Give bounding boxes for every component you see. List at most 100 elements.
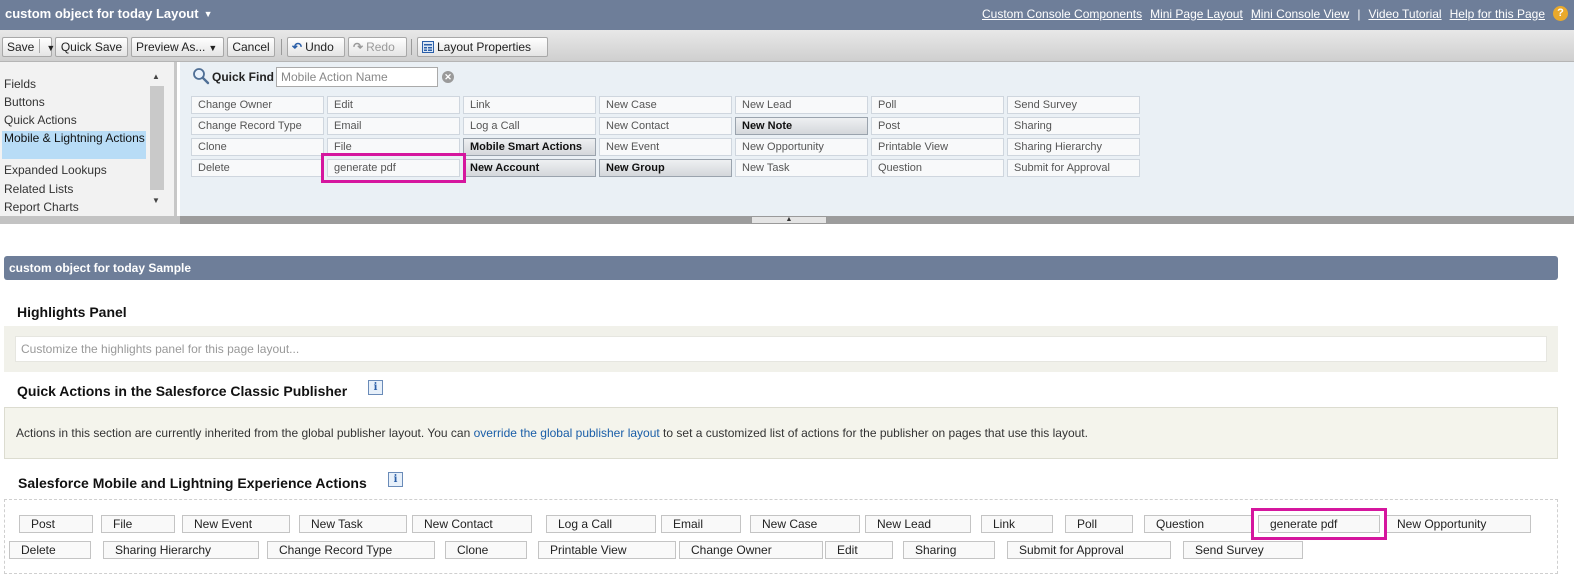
palette-item[interactable]: Change Record Type xyxy=(191,117,324,135)
mobile-action-button[interactable]: Change Record Type xyxy=(267,541,435,559)
mobile-action-button[interactable]: Printable View xyxy=(538,541,676,559)
highlights-panel[interactable]: Customize the highlights panel for this … xyxy=(4,326,1558,372)
video-tutorial-link[interactable]: Video Tutorial xyxy=(1368,7,1441,21)
mobile-action-button[interactable]: Sharing Hierarchy xyxy=(103,541,259,559)
layout-properties-label: Layout Properties xyxy=(437,40,532,54)
mobile-action-button[interactable]: generate pdf xyxy=(1251,508,1387,540)
category-expanded-lookups[interactable]: Expanded Lookups xyxy=(2,163,146,177)
scrollbar-thumb[interactable] xyxy=(150,86,164,190)
toolbar-divider xyxy=(281,39,282,55)
quick-find-input[interactable] xyxy=(276,67,438,87)
palette-item[interactable]: Printable View xyxy=(871,138,1004,156)
collapse-palette-handle[interactable]: ▲ xyxy=(751,216,827,224)
palette-item[interactable]: Log a Call xyxy=(463,117,596,135)
info-icon[interactable]: i xyxy=(368,380,383,395)
header-links: Custom Console Components Mini Page Layo… xyxy=(982,6,1568,21)
mobile-action-button[interactable]: New Case xyxy=(750,515,860,533)
save-label: Save xyxy=(7,40,35,54)
mobile-action-button[interactable]: Link xyxy=(981,515,1053,533)
palette-item[interactable]: Sharing xyxy=(1007,117,1140,135)
info-icon[interactable]: i xyxy=(388,472,403,487)
quick-save-button[interactable]: Quick Save xyxy=(55,37,128,57)
question-circle-icon[interactable]: ? xyxy=(1553,6,1568,21)
category-fields[interactable]: Fields xyxy=(2,77,146,91)
toolbar: Save ▼ Quick Save Preview As... ▼ Cancel ↶… xyxy=(0,30,1574,62)
mobile-action-button[interactable]: New Task xyxy=(299,515,407,533)
palette-item[interactable]: Clone xyxy=(191,138,324,156)
mobile-action-button[interactable]: Delete xyxy=(9,541,91,559)
mobile-action-button[interactable]: File xyxy=(101,515,175,533)
mobile-action-button[interactable]: Clone xyxy=(445,541,527,559)
palette-item[interactable]: New Event xyxy=(599,138,732,156)
category-report-charts[interactable]: Report Charts xyxy=(2,200,146,214)
custom-console-components-link[interactable]: Custom Console Components xyxy=(982,7,1142,21)
mobile-action-button[interactable]: New Lead xyxy=(865,515,971,533)
palette-item[interactable]: File xyxy=(327,138,460,156)
palette-item[interactable]: Send Survey xyxy=(1007,96,1140,114)
palette-item[interactable]: Delete xyxy=(191,159,324,177)
palette-item[interactable]: Change Owner xyxy=(191,96,324,114)
mobile-action-button[interactable]: Poll xyxy=(1065,515,1133,533)
category-scrollbar[interactable]: ▲ ▼ xyxy=(150,62,164,216)
redo-button[interactable]: ↷ Redo xyxy=(348,37,407,57)
mobile-action-button[interactable]: Email xyxy=(661,515,741,533)
palette-item[interactable]: New Case xyxy=(599,96,732,114)
mini-page-layout-link[interactable]: Mini Page Layout xyxy=(1150,7,1243,21)
mobile-actions-dropzone[interactable]: Post File New Event New Task New Contact Log … xyxy=(4,499,1558,574)
scroll-down-icon[interactable]: ▼ xyxy=(152,196,160,205)
scroll-up-icon[interactable]: ▲ xyxy=(152,72,160,81)
palette-item[interactable]: New Group xyxy=(599,159,732,177)
mobile-action-button[interactable]: Edit xyxy=(825,541,893,559)
category-quick-actions[interactable]: Quick Actions xyxy=(2,113,146,127)
preview-as-button[interactable]: Preview As... ▼ xyxy=(131,37,224,57)
palette-item[interactable]: New Lead xyxy=(735,96,868,114)
mobile-action-button[interactable]: Send Survey xyxy=(1183,541,1303,559)
palette-item[interactable]: Poll xyxy=(871,96,1004,114)
layout-sample-header: custom object for today Sample xyxy=(4,256,1558,280)
palette-item[interactable]: New Task xyxy=(735,159,868,177)
palette-category-list: Fields Buttons Quick Actions Mobile & Li… xyxy=(0,62,177,216)
palette-item[interactable]: Link xyxy=(463,96,596,114)
palette-item[interactable]: New Contact xyxy=(599,117,732,135)
undo-button[interactable]: ↶ Undo xyxy=(287,37,345,57)
mobile-action-button[interactable]: New Opportunity xyxy=(1385,515,1531,533)
mobile-action-button[interactable]: Question xyxy=(1144,515,1252,533)
layout-title-menu[interactable]: custom object for today Layout ▼ xyxy=(5,6,213,21)
mobile-action-button[interactable]: Post xyxy=(19,515,93,533)
cancel-button[interactable]: Cancel xyxy=(227,37,275,57)
classic-publisher-text-end: to set a customized list of actions for … xyxy=(659,426,1088,440)
palette-item[interactable]: New Account xyxy=(463,159,596,177)
preview-as-label: Preview As... xyxy=(136,40,206,54)
mobile-action-button[interactable]: Log a Call xyxy=(546,515,656,533)
help-for-this-page-link[interactable]: Help for this Page xyxy=(1450,7,1545,21)
palette-item[interactable]: New Note xyxy=(735,117,868,135)
mobile-action-button[interactable]: Submit for Approval xyxy=(1007,541,1171,559)
mobile-action-button[interactable]: New Event xyxy=(182,515,290,533)
chevron-down-icon[interactable]: ▼ xyxy=(46,43,55,53)
palette-item[interactable]: Post xyxy=(871,117,1004,135)
layout-properties-button[interactable]: Layout Properties xyxy=(417,37,548,57)
category-related-lists[interactable]: Related Lists xyxy=(2,182,146,196)
save-button[interactable]: Save ▼ xyxy=(2,37,55,57)
mobile-action-button[interactable]: Sharing xyxy=(903,541,995,559)
mini-console-view-link[interactable]: Mini Console View xyxy=(1251,7,1350,21)
clear-search-icon[interactable]: ✕ xyxy=(442,71,454,83)
palette-resize-bar[interactable] xyxy=(180,216,1574,224)
quick-find-bar: Quick Find ✕ xyxy=(180,62,1574,92)
palette-item[interactable]: Submit for Approval xyxy=(1007,159,1140,177)
palette-item[interactable]: Question xyxy=(871,159,1004,177)
palette-item[interactable]: Email xyxy=(327,117,460,135)
palette-items-grid: Change Owner Edit Link New Case New Lead Poll… xyxy=(191,96,1140,183)
override-global-publisher-link[interactable]: override the global publisher layout xyxy=(474,426,660,440)
palette-item[interactable]: Sharing Hierarchy xyxy=(1007,138,1140,156)
mobile-action-button[interactable]: Change Owner xyxy=(679,541,823,559)
mobile-action-button[interactable]: New Contact xyxy=(412,515,532,533)
palette-item[interactable]: Edit xyxy=(327,96,460,114)
category-mobile-lightning-actions[interactable]: Mobile & Lightning Actions xyxy=(2,131,146,159)
palette-item[interactable]: New Opportunity xyxy=(735,138,868,156)
palette-item[interactable]: Mobile Smart Actions xyxy=(463,138,596,156)
category-buttons[interactable]: Buttons xyxy=(2,95,146,109)
palette-item[interactable]: generate pdf xyxy=(321,153,466,183)
highlights-panel-placeholder[interactable]: Customize the highlights panel for this … xyxy=(15,336,1547,362)
undo-label: Undo xyxy=(305,40,334,54)
